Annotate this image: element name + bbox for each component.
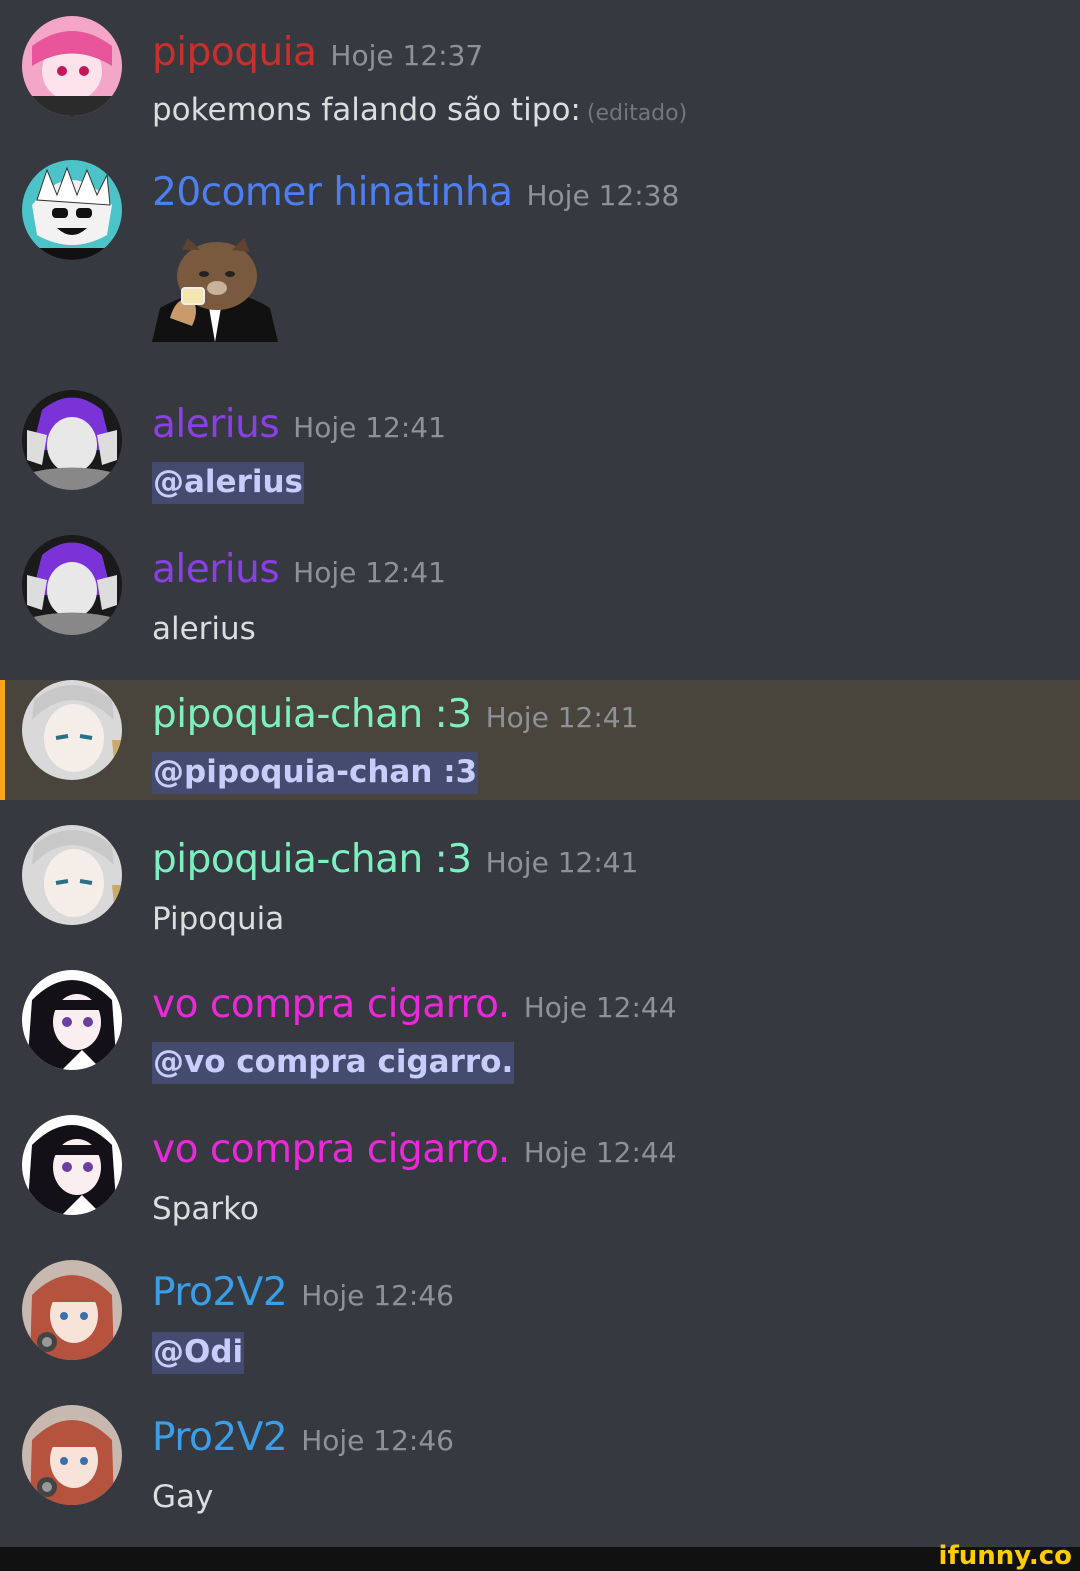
user-mention[interactable]: @pipoquia-chan :3 (152, 752, 479, 794)
message-text: Gay (152, 1479, 214, 1515)
username[interactable]: vo compra cigarro. (152, 982, 510, 1027)
timestamp: Hoje 12:46 (301, 1424, 454, 1457)
timestamp: Hoje 12:44 (523, 1136, 677, 1169)
username[interactable]: Pro2V2 (152, 1415, 288, 1460)
silver-hair-anime-avatar-icon (22, 680, 122, 780)
message-text: alerius (152, 611, 256, 647)
user-mention[interactable]: @alerius (152, 462, 305, 504)
ifunny-watermark: ifunny.co (938, 1541, 1072, 1571)
avatar[interactable] (22, 1115, 122, 1215)
username[interactable]: vo compra cigarro. (152, 1127, 510, 1172)
message: alerius Hoje 12:41 alerius (0, 535, 1080, 665)
user-mention[interactable]: @Odi (152, 1332, 245, 1374)
avatar[interactable] (22, 970, 122, 1070)
edited-label: (editado) (586, 101, 688, 126)
timestamp: Hoje 12:44 (523, 991, 677, 1024)
timestamp: Hoje 12:46 (301, 1279, 454, 1312)
cat-tuxedo-toast-sticker[interactable] (152, 238, 278, 342)
message: vo compra cigarro. Hoje 12:44 Sparko (0, 1115, 1080, 1245)
avatar[interactable] (22, 825, 122, 925)
timestamp: Hoje 12:41 (485, 846, 639, 879)
username[interactable]: Pro2V2 (152, 1270, 288, 1315)
message-text: pokemons falando são tipo: (152, 92, 581, 128)
username[interactable]: 20comer hinatinha (152, 170, 513, 215)
mention-highlight-bar (0, 680, 5, 800)
username[interactable]: pipoquia (152, 30, 317, 75)
avatar[interactable] (22, 160, 122, 260)
avatar[interactable] (22, 680, 122, 780)
dark-hair-anime-avatar-icon (22, 1115, 122, 1215)
username[interactable]: pipoquia-chan :3 (152, 692, 472, 737)
timestamp: Hoje 12:38 (526, 179, 680, 212)
message: 20comer hinatinha Hoje 12:38 (0, 160, 1080, 360)
red-hair-anime-avatar-icon (22, 1405, 122, 1505)
message: Pro2V2 Hoje 12:46 Gay (0, 1405, 1080, 1535)
dark-hair-anime-avatar-icon (22, 970, 122, 1070)
message: pipoquia Hoje 12:37 pokemons falando são … (0, 14, 1080, 134)
timestamp: Hoje 12:37 (330, 39, 484, 72)
username[interactable]: alerius (152, 547, 280, 592)
timestamp: Hoje 12:41 (293, 411, 446, 444)
timestamp: Hoje 12:41 (485, 701, 639, 734)
avatar[interactable] (22, 1405, 122, 1505)
white-hair-anime-avatar-icon (22, 160, 122, 260)
avatar[interactable] (22, 16, 122, 116)
pink-anime-avatar-icon (22, 16, 122, 116)
silver-hair-anime-avatar-icon (22, 825, 122, 925)
message-text: Pipoquia (152, 901, 285, 937)
watermark-bar: ifunny.co (0, 1541, 1080, 1571)
message: pipoquia-chan :3 Hoje 12:41 Pipoquia (0, 825, 1080, 955)
message: Pro2V2 Hoje 12:46 @Odi (0, 1260, 1080, 1390)
message-highlighted: pipoquia-chan :3 Hoje 12:41 @pipoquia-cha… (0, 680, 1080, 800)
avatar[interactable] (22, 535, 122, 635)
purple-hair-anime-avatar-icon (22, 390, 122, 490)
message-text: Sparko (152, 1191, 259, 1227)
timestamp: Hoje 12:41 (293, 556, 446, 589)
user-mention[interactable]: @vo compra cigarro. (152, 1042, 515, 1084)
red-hair-anime-avatar-icon (22, 1260, 122, 1360)
message: alerius Hoje 12:41 @alerius (0, 390, 1080, 520)
avatar[interactable] (22, 390, 122, 490)
username[interactable]: pipoquia-chan :3 (152, 837, 472, 882)
purple-hair-anime-avatar-icon (22, 535, 122, 635)
username[interactable]: alerius (152, 402, 280, 447)
avatar[interactable] (22, 1260, 122, 1360)
message: vo compra cigarro. Hoje 12:44 @vo compra … (0, 970, 1080, 1100)
